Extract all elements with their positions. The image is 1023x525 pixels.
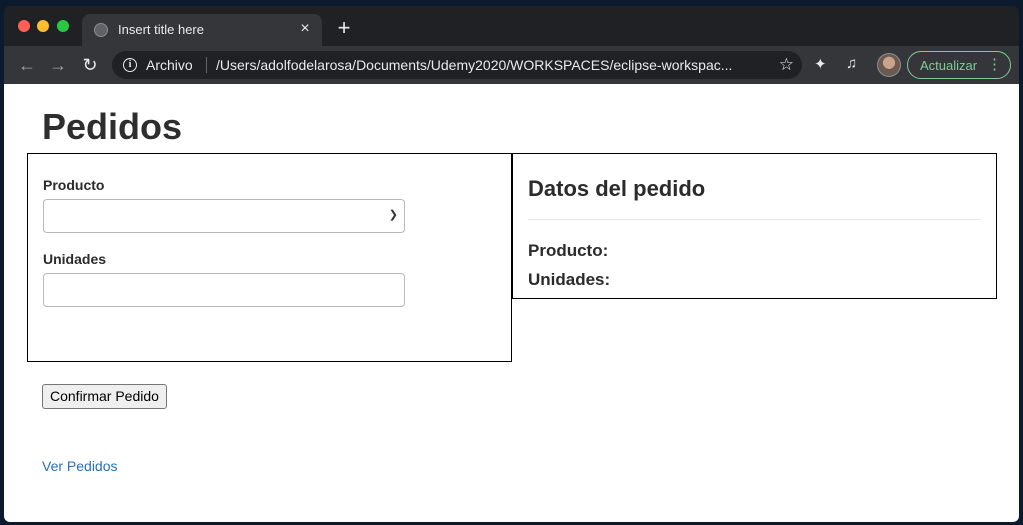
security-label: Archivo [146,57,193,73]
order-summary-panel: Datos del pedido Producto: Unidades: [512,153,997,299]
page-title: Pedidos [42,106,183,147]
tab-strip: Insert title here × + [4,6,1019,46]
summary-unidades: Unidades: [528,270,611,289]
confirm-order-button[interactable]: Confirmar Pedido [42,384,167,409]
forward-arrow-icon[interactable]: → [47,54,69,76]
minimize-window-button[interactable] [37,20,49,32]
summary-producto: Producto: [528,241,609,260]
unidades-input[interactable] [43,273,405,307]
unidades-label: Unidades [43,251,107,267]
producto-select[interactable]: ❯ [43,199,405,233]
url-text[interactable]: /Users/adolfodelarosa/Documents/Udemy202… [216,57,766,73]
order-form-panel: Producto ❯ Unidades [27,153,512,362]
summary-title: Datos del pedido [528,176,706,201]
puzzle-icon[interactable]: ✦ [814,55,827,73]
kebab-menu-icon[interactable]: ⋮ [987,55,1002,75]
new-tab-button[interactable]: + [334,17,354,39]
playlist-icon[interactable]: ♫ [846,55,857,72]
close-icon[interactable]: × [296,20,314,38]
update-button-label: Actualizar [920,58,978,73]
close-window-button[interactable] [18,20,30,32]
browser-toolbar: ← → ↻ i Archivo /Users/adolfodelarosa/Do… [4,46,1019,84]
address-bar[interactable]: i Archivo /Users/adolfodelarosa/Document… [112,51,802,79]
divider [528,219,981,220]
chevron-down-icon: ❯ [388,209,398,221]
info-icon[interactable]: i [123,58,137,72]
divider [206,57,207,73]
reload-icon[interactable]: ↻ [79,54,101,76]
producto-label: Producto [43,177,105,193]
star-icon[interactable]: ☆ [779,55,794,75]
view-orders-link[interactable]: Ver Pedidos [42,458,118,474]
back-arrow-icon[interactable]: ← [16,54,38,76]
maximize-window-button[interactable] [57,20,69,32]
tab-active[interactable]: Insert title here × [82,14,322,46]
update-button[interactable]: Actualizar ⋮ [907,51,1011,79]
tab-title: Insert title here [118,22,204,37]
globe-icon [94,23,108,37]
avatar[interactable] [877,53,901,77]
page-content: Pedidos Producto ❯ Unidades Datos del pe… [4,84,1019,522]
browser-window: Insert title here × + ← → ↻ i Archivo /U… [4,6,1019,522]
